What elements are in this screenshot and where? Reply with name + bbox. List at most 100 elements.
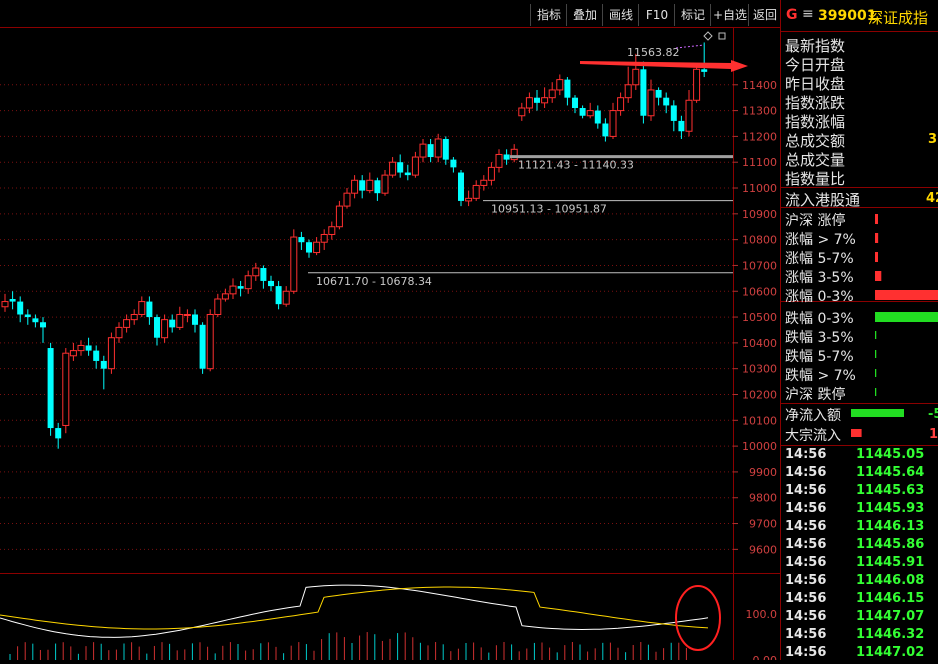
candle-body-up (472, 184, 480, 199)
candle-body-down (359, 180, 366, 191)
candle-body-up (221, 293, 229, 300)
axis-label: 10900 (742, 208, 777, 221)
tick-time: 14:56 (785, 645, 827, 660)
dist-bar-down (875, 369, 877, 377)
candle-body-down (503, 154, 510, 160)
candle-body-up (548, 89, 556, 99)
candle-body-up (335, 205, 343, 228)
candle-body-up (343, 192, 351, 207)
axis-label: 9900 (749, 466, 777, 479)
tick-price: 11446.08 (856, 573, 925, 588)
tick-time: 14:56 (785, 501, 827, 516)
add-favorite-button[interactable]: +自选 (710, 4, 749, 26)
grid-lines (0, 84, 733, 550)
tick-time: 14:56 (785, 555, 827, 570)
candle-body-down (100, 360, 107, 369)
candle-body-up (115, 326, 123, 339)
candle-body-down (268, 280, 274, 287)
index-name: 深证成指 (868, 9, 929, 27)
candle-body-up (495, 153, 503, 168)
candle-body-down (192, 314, 198, 325)
indicator-line-slow (0, 586, 709, 630)
candle-body-down (678, 120, 685, 132)
range-label: 10951.13 - 10951.87 (491, 203, 607, 216)
candle-body-up (434, 138, 442, 158)
indicator-button[interactable]: 指标 (530, 4, 567, 26)
dist-bar-up (875, 252, 878, 262)
candle-body-up (351, 179, 359, 194)
diamond-marker (703, 31, 713, 41)
candle-body-up (617, 97, 625, 112)
axis-label: 11000 (742, 182, 777, 195)
candle-body-down (458, 172, 464, 201)
northbound-value: 42 (926, 191, 938, 206)
tick-time: 14:56 (785, 573, 827, 588)
candle-body-down (32, 318, 39, 323)
turnover-value: 3 (928, 132, 938, 147)
label-turnover: 总成交额 (785, 132, 846, 150)
flow-label-net: 净流入额 (785, 408, 841, 424)
tick-price: 11445.63 (856, 483, 925, 498)
candle-body-down (602, 123, 609, 137)
tick-time: 14:56 (785, 609, 827, 624)
indicator-axis-label: 100.0 (746, 608, 778, 621)
back-button[interactable]: 返回 (748, 4, 781, 26)
tick-price: 11445.86 (856, 537, 925, 552)
mark-button[interactable]: 标记 (674, 4, 711, 26)
flow-label-block: 大宗流入 (785, 428, 841, 444)
tick-price: 11447.02 (856, 645, 925, 660)
dist-bar-up (875, 290, 938, 300)
candle-body-up (632, 68, 640, 86)
dist-label: 跌幅 > 7% (785, 368, 856, 384)
label-change: 指数涨跌 (785, 94, 846, 112)
candle-body-up (107, 337, 115, 370)
dist-label: 沪深 跌停 (785, 387, 846, 403)
candle-body-down (298, 237, 305, 243)
candle-body-up (389, 161, 397, 176)
axis-label: 10700 (742, 259, 777, 272)
candle-body-down (374, 180, 381, 194)
candle-body-up (685, 99, 693, 132)
candle-body-up (77, 344, 85, 352)
draw-line-button[interactable]: 画线 (602, 4, 639, 26)
candle-body-up (487, 166, 495, 181)
dist-bar-up (875, 233, 879, 243)
axis-label: 10400 (742, 337, 777, 350)
range-label: 11121.43 - 11140.33 (518, 159, 634, 172)
candle-body-down (40, 322, 46, 328)
menu-icon[interactable]: ≡ (802, 6, 814, 22)
candle-body-up (206, 313, 214, 370)
tick-price: 11446.32 (856, 627, 925, 642)
label-latest-index: 最新指数 (785, 37, 846, 55)
candle-body-up (480, 179, 488, 186)
dist-bar-down (875, 331, 877, 339)
candle-body-down (93, 350, 100, 361)
dist-bar-down (875, 312, 938, 322)
candlestick-series[interactable] (1, 42, 708, 449)
g-badge[interactable]: G (786, 7, 798, 23)
dist-label: 跌幅 0-3% (785, 311, 854, 327)
dist-bar-down (875, 388, 877, 396)
candle-body-up (123, 319, 131, 328)
candle-body-down (306, 242, 312, 253)
high-label: 11563.82 (627, 46, 680, 59)
candle-body-down (579, 108, 586, 116)
candle-body-up (130, 313, 138, 321)
tick-price: 11445.93 (856, 501, 925, 516)
candle-body-down (701, 69, 708, 72)
overlay-button[interactable]: 叠加 (566, 4, 603, 26)
candle-body-up (176, 313, 184, 328)
dist-bar-down (875, 350, 877, 358)
dist-label: 涨幅 3-5% (785, 270, 854, 286)
candle-body-up (525, 97, 533, 109)
candle-body-up (62, 352, 70, 426)
candle-body-down (450, 159, 457, 168)
axis-label: 10500 (742, 311, 777, 324)
label-today-open: 今日开盘 (785, 56, 846, 74)
candle-body-down (237, 286, 244, 289)
candle-body-down (146, 301, 153, 318)
candle-body-down (17, 301, 24, 315)
axis-label: 10100 (742, 414, 777, 427)
axis-label: 9600 (749, 543, 777, 556)
f10-button[interactable]: F10 (638, 4, 675, 26)
